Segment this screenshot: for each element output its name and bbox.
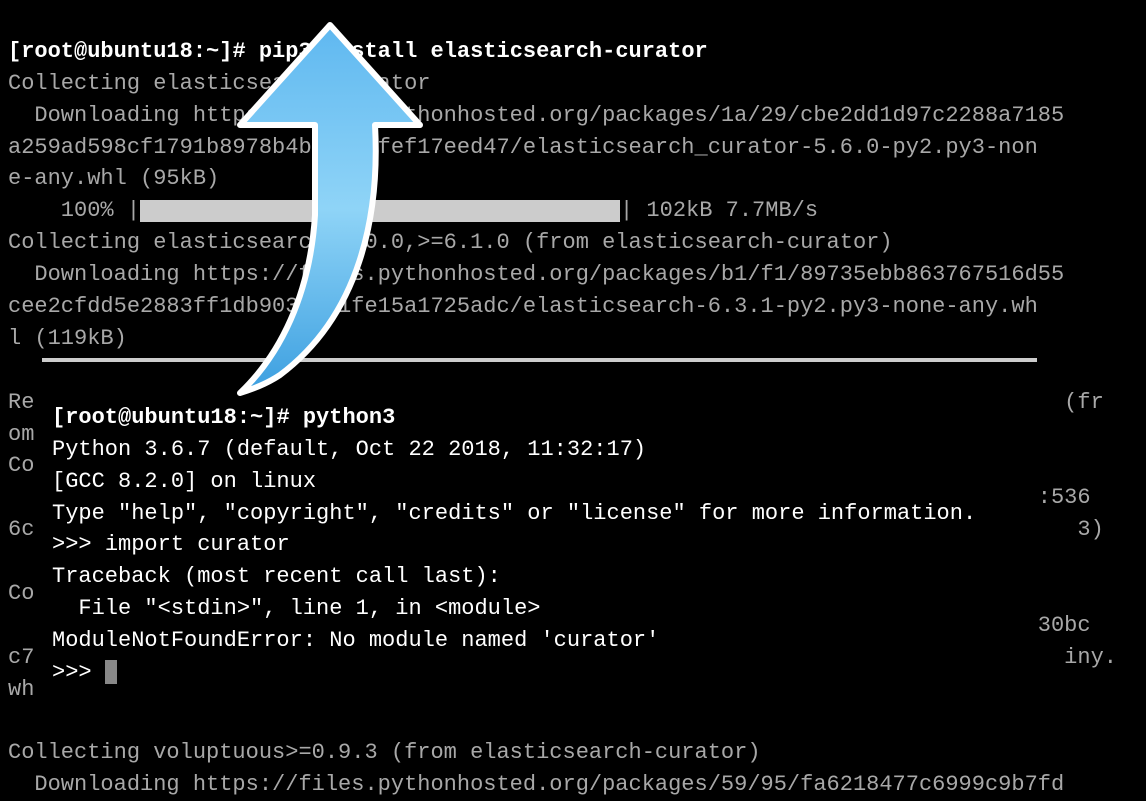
progress-percent: 100% | [8,198,140,223]
output-line: cee2cfdd5e2883ff1db903b0c1fe15a1725adc/e… [8,294,1038,319]
output-line: Collecting elasticsearch<7.0.0,>=6.1.0 (… [8,230,893,255]
cursor-icon [105,660,117,684]
progress-bar [140,200,620,222]
output-line: wh [8,677,34,702]
output-line: Downloading https://files.pythonhosted.o… [8,262,1064,287]
repl-prompt: >>> [52,532,105,557]
traceback-line: Traceback (most recent call last): [52,564,501,589]
output-line: Python 3.6.7 (default, Oct 22 2018, 11:3… [52,437,646,462]
output-line: om [8,422,34,447]
output-line: Collecting voluptuous>=0.9.3 (from elast… [8,740,761,765]
traceback-line: ModuleNotFoundError: No module named 'cu… [52,628,659,653]
traceback-line: File "<stdin>", line 1, in <module> [52,596,540,621]
repl-prompt: >>> [52,660,105,685]
output-line: Co [8,581,34,606]
output-line: a259ad598cf1791b8978b4b6b0defef17eed47/e… [8,135,1038,160]
output-line: 6c [8,517,34,542]
output-line: [GCC 8.2.0] on linux [52,469,316,494]
shell-prompt: [root@ubuntu18:~]# [8,39,259,64]
terminal-foreground[interactable]: [root@ubuntu18:~]# python3 Python 3.6.7 … [42,358,1037,648]
output-line: e-any.whl (95kB) [8,166,219,191]
output-line: Collecting elasticsearch-curator [8,71,430,96]
output-line: Re [8,390,34,415]
output-line: l (119kB) [8,326,127,351]
output-line: Downloading https://files.pythonhosted.o… [8,103,1064,128]
command-text: pip3 install elasticsearch-curator [259,39,708,64]
shell-prompt: [root@ubuntu18:~]# [52,405,303,430]
output-line: Co [8,453,34,478]
progress-stats: | 102kB 7.7MB/s [620,198,818,223]
output-line: Downloading https://files.pythonhosted.o… [8,772,1064,797]
command-text: python3 [303,405,395,430]
output-line: Type "help", "copyright", "credits" or "… [52,501,976,526]
output-line: c7 [8,645,34,670]
repl-input: import curator [105,532,290,557]
